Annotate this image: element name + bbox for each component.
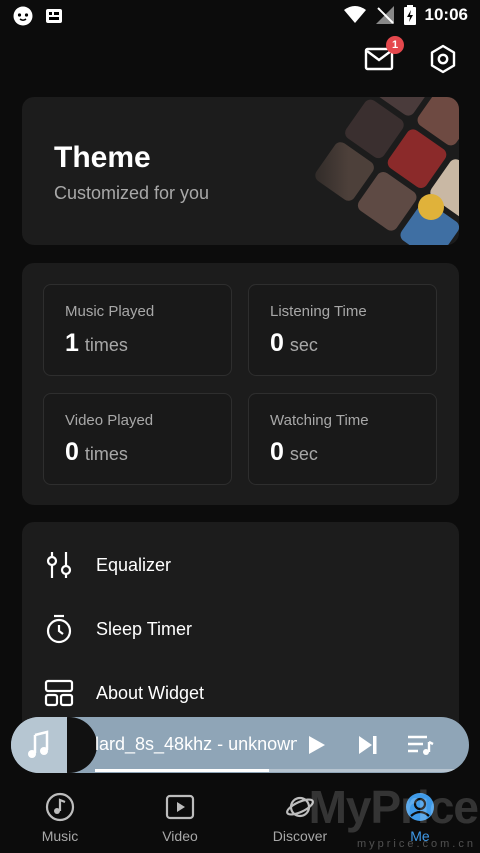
player-track-title: lard_8s_48khz - unknown: [95, 734, 297, 754]
player-progress-fill: [95, 769, 269, 772]
header-actions: 1: [362, 36, 460, 76]
mini-player[interactable]: lard_8s_48khz - unknown: [11, 717, 469, 773]
theme-artwork: [289, 97, 459, 245]
theme-card[interactable]: Theme Customized for you: [22, 97, 459, 245]
sleep-timer-item[interactable]: Sleep Timer: [22, 601, 459, 657]
equalizer-icon: [46, 552, 72, 578]
stat-value: 1 times: [65, 329, 128, 357]
about-widget-item[interactable]: About Widget: [22, 665, 459, 721]
player-artwork: [11, 717, 67, 773]
play-icon: [309, 736, 325, 754]
about-widget-label: About Widget: [96, 682, 205, 703]
theme-subtitle: Customized for you: [54, 183, 210, 203]
status-time: 10:06: [424, 5, 468, 24]
stat-label: Watching Time: [270, 412, 369, 429]
settings-hex-icon: [430, 44, 456, 74]
next-button[interactable]: [353, 730, 383, 760]
widget-icon: [44, 679, 74, 707]
battery-charging-icon: [403, 5, 416, 25]
stat-label: Listening Time: [270, 303, 367, 320]
stat-watching-time: Watching Time 0 sec: [248, 393, 437, 485]
watermark-brand: MyPrice: [308, 781, 479, 833]
messages-button[interactable]: 1: [362, 36, 404, 76]
equalizer-label: Equalizer: [96, 554, 172, 575]
music-note-icon: [28, 730, 49, 758]
nav-label: Video: [162, 828, 198, 844]
stat-value: 0 sec: [270, 329, 318, 357]
wifi-icon: [343, 6, 366, 23]
nav-video[interactable]: Video: [132, 792, 228, 848]
stat-label: Music Played: [65, 303, 155, 320]
notification-image-icon: [46, 9, 62, 23]
theme-title: Theme: [54, 141, 151, 174]
video-icon: [165, 794, 195, 820]
stat-value: 0 times: [65, 438, 128, 466]
stat-listening-time: Listening Time 0 sec: [248, 284, 437, 376]
stat-value: 0 sec: [270, 438, 318, 466]
stat-music-played: Music Played 1 times: [43, 284, 232, 376]
skip-next-icon: [359, 736, 377, 754]
sleep-timer-label: Sleep Timer: [96, 618, 193, 639]
nav-label: Music: [41, 828, 79, 844]
stat-video-played: Video Played 0 times: [43, 393, 232, 485]
playlist-icon: [408, 735, 434, 755]
music-icon: [45, 792, 75, 822]
stats-card: Music Played 1 times Listening Time 0 sec …: [22, 263, 459, 505]
tools-card: Equalizer Sleep Timer About Widget: [22, 522, 459, 732]
play-button[interactable]: [301, 730, 331, 760]
app-face-icon: [13, 6, 33, 26]
mail-badge: 1: [386, 36, 404, 54]
settings-button[interactable]: [426, 42, 460, 76]
stat-label: Video Played: [65, 412, 154, 429]
nav-music[interactable]: Music: [12, 792, 108, 848]
timer-icon: [46, 614, 72, 644]
status-bar: 10:06: [0, 0, 480, 34]
equalizer-item[interactable]: Equalizer: [22, 537, 459, 593]
playlist-button[interactable]: [406, 730, 436, 760]
signal-off-icon: [375, 6, 394, 24]
watermark-url: myprice.com.cn: [356, 838, 476, 850]
